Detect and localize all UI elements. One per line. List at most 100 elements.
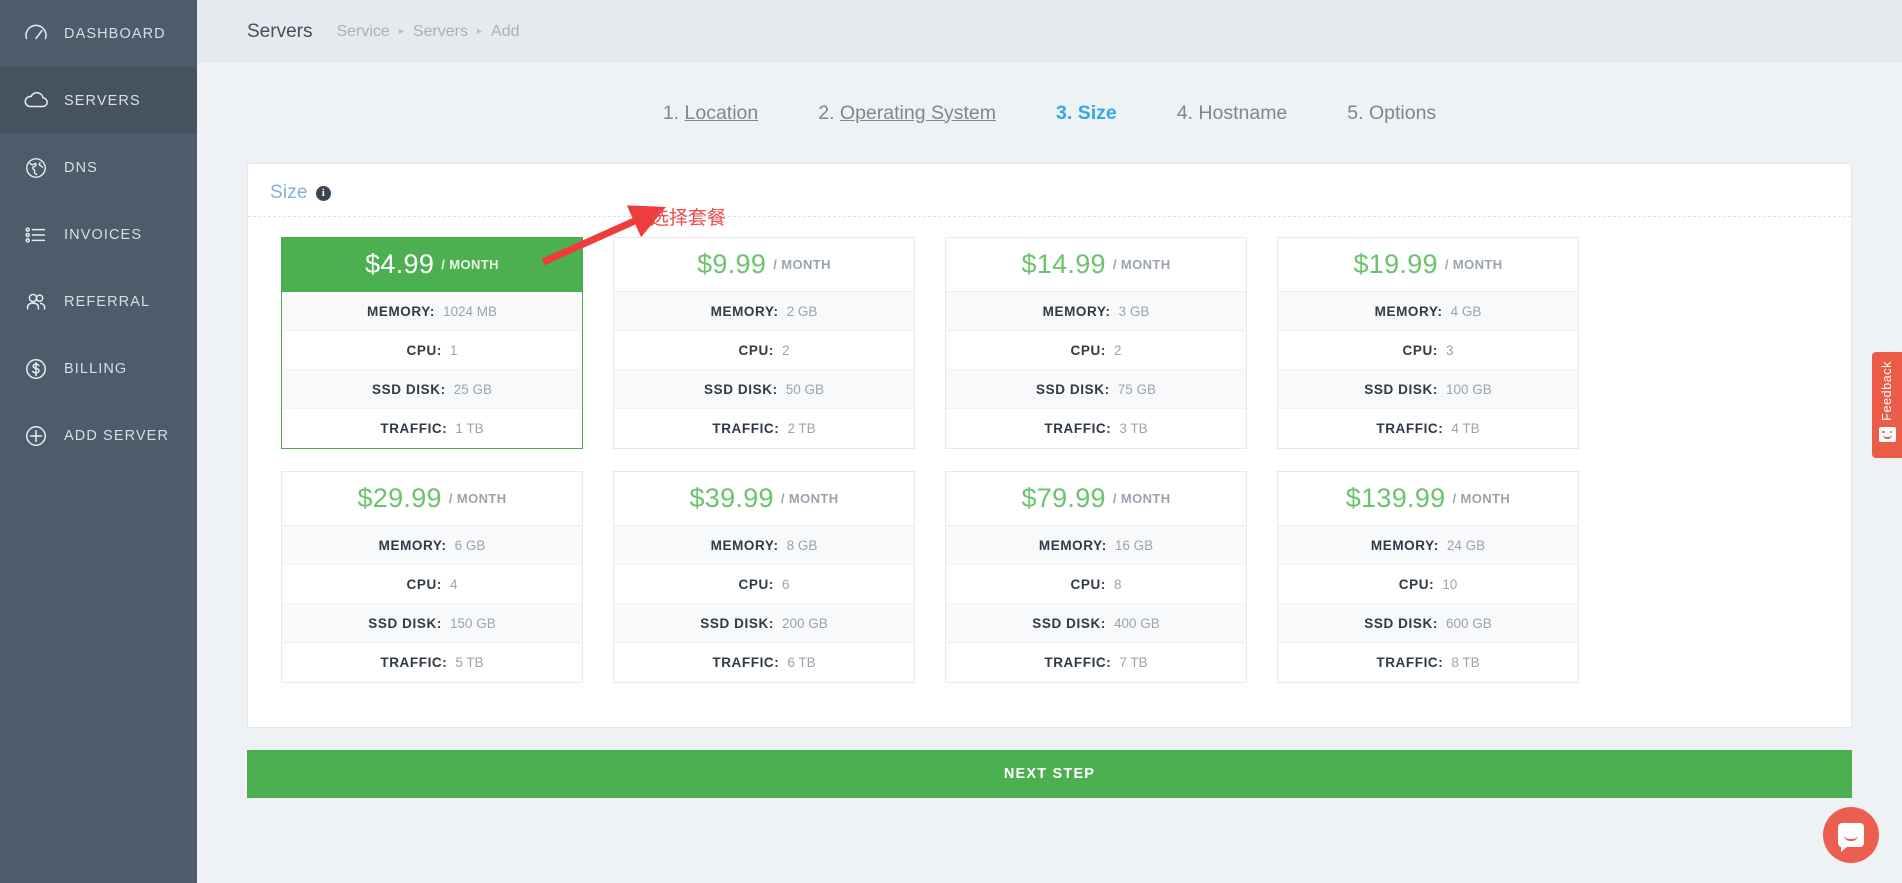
- spec-value: 75 GB: [1117, 381, 1156, 397]
- spec-value: 1 TB: [455, 421, 484, 436]
- wizard-step-number: 4.: [1176, 101, 1193, 124]
- plan-price: $39.99: [689, 483, 774, 513]
- spec-value: 2: [1113, 342, 1122, 358]
- plan-spec-cpu: CPU: 6: [614, 565, 914, 604]
- spec-value: 50 GB: [785, 381, 824, 397]
- plan-card-grid: $4.99 / MONTH MEMORY: 1024 MB CPU: 1 SSD…: [248, 217, 1851, 705]
- spec-value: 10: [1442, 576, 1458, 592]
- feedback-label: Feedback: [1880, 361, 1894, 421]
- wizard-step-label: Operating System: [839, 101, 996, 124]
- wizard-step-label: Hostname: [1198, 101, 1288, 124]
- plan-card[interactable]: $39.99 / MONTH MEMORY: 8 GB CPU: 6 SSD D…: [613, 471, 915, 683]
- users-icon: [8, 289, 64, 315]
- spec-value: 150 GB: [449, 615, 496, 631]
- plan-spec-memory: MEMORY: 2 GB: [614, 292, 914, 331]
- plan-spec-ssd: SSD DISK: 50 GB: [614, 370, 914, 409]
- spec-label: SSD DISK:: [368, 615, 442, 631]
- wizard-step-number: 3.: [1056, 101, 1073, 124]
- spec-value: 100 GB: [1445, 381, 1492, 397]
- breadcrumb-item-service[interactable]: Service: [336, 23, 389, 41]
- spec-label: TRAFFIC:: [712, 655, 780, 670]
- plan-card[interactable]: $4.99 / MONTH MEMORY: 1024 MB CPU: 1 SSD…: [281, 237, 583, 449]
- spec-value: 1: [449, 342, 458, 358]
- spec-value: 400 GB: [1113, 615, 1160, 631]
- plan-period: / MONTH: [1444, 257, 1503, 272]
- sidebar-item-add-server[interactable]: ADD SERVER: [0, 402, 197, 469]
- spec-value: 2 GB: [786, 303, 818, 319]
- cloud-icon: [8, 88, 64, 114]
- spec-label: TRAFFIC:: [712, 421, 780, 436]
- plan-card[interactable]: $19.99 / MONTH MEMORY: 4 GB CPU: 3 SSD D…: [1277, 237, 1579, 449]
- next-step-button[interactable]: NEXT STEP: [247, 750, 1852, 798]
- main-content: Servers Service ▸ Servers ▸ Add 1. Locat…: [197, 0, 1902, 883]
- spec-label: CPU:: [1402, 342, 1438, 358]
- spec-label: SSD DISK:: [704, 381, 778, 397]
- info-icon[interactable]: i: [315, 185, 331, 201]
- spec-label: TRAFFIC:: [380, 655, 448, 670]
- sidebar-item-invoices[interactable]: INVOICES: [0, 201, 197, 268]
- plan-spec-traffic: TRAFFIC: 2 TB: [614, 409, 914, 448]
- wizard-step-label: Location: [684, 101, 759, 124]
- spec-label: MEMORY:: [378, 537, 447, 553]
- plan-spec-traffic: TRAFFIC: 6 TB: [614, 643, 914, 682]
- plan-card[interactable]: $79.99 / MONTH MEMORY: 16 GB CPU: 8 SSD …: [945, 471, 1247, 683]
- spec-label: SSD DISK:: [1364, 615, 1438, 631]
- plan-spec-cpu: CPU: 1: [282, 331, 582, 370]
- sidebar-item-servers[interactable]: SERVERS: [0, 67, 197, 134]
- plan-card[interactable]: $14.99 / MONTH MEMORY: 3 GB CPU: 2 SSD D…: [945, 237, 1247, 449]
- spec-value: 2 TB: [787, 421, 816, 436]
- plan-price-header: $29.99 / MONTH: [282, 472, 582, 526]
- spec-label: MEMORY:: [1038, 537, 1107, 553]
- sidebar-item-dashboard[interactable]: DASHBOARD: [0, 0, 197, 67]
- breadcrumb: Service ▸ Servers ▸ Add: [336, 23, 519, 41]
- plan-card[interactable]: $139.99 / MONTH MEMORY: 24 GB CPU: 10 SS…: [1277, 471, 1579, 683]
- gauge-icon: [8, 21, 64, 47]
- breadcrumb-item-servers[interactable]: Servers: [413, 23, 468, 41]
- plan-spec-cpu: CPU: 4: [282, 565, 582, 604]
- spec-value: 6: [781, 576, 790, 592]
- spec-label: MEMORY:: [710, 303, 779, 319]
- spec-value: 1024 MB: [442, 303, 497, 319]
- spec-label: SSD DISK:: [1036, 381, 1110, 397]
- sidebar-item-dns[interactable]: DNS: [0, 134, 197, 201]
- spec-value: 5 TB: [455, 655, 484, 670]
- plan-price-header: $139.99 / MONTH: [1278, 472, 1578, 526]
- wizard-step-label: Size: [1077, 101, 1117, 124]
- sidebar-item-label: ADD SERVER: [64, 427, 170, 444]
- spec-label: CPU:: [1070, 342, 1106, 358]
- plan-card[interactable]: $29.99 / MONTH MEMORY: 6 GB CPU: 4 SSD D…: [281, 471, 583, 683]
- plan-price-header: $14.99 / MONTH: [946, 238, 1246, 292]
- plan-card[interactable]: $9.99 / MONTH MEMORY: 2 GB CPU: 2 SSD DI…: [613, 237, 915, 449]
- plan-spec-traffic: TRAFFIC: 4 TB: [1278, 409, 1578, 448]
- globe-icon: [8, 155, 64, 181]
- chat-bubble-icon: [1838, 823, 1864, 852]
- wizard-step-number: 2.: [818, 101, 835, 124]
- plan-period: / MONTH: [773, 257, 831, 272]
- plan-period: / MONTH: [1452, 491, 1511, 506]
- wizard-step-number: 5.: [1347, 101, 1364, 124]
- wizard-step-location[interactable]: 1. Location: [663, 102, 758, 125]
- wizard-step-size[interactable]: 3. Size: [1056, 102, 1117, 125]
- sidebar-item-billing[interactable]: BILLING: [0, 335, 197, 402]
- sidebar-item-referral[interactable]: REFERRAL: [0, 268, 197, 335]
- spec-label: MEMORY:: [367, 303, 435, 319]
- spec-label: TRAFFIC:: [1376, 655, 1444, 670]
- spec-value: 16 GB: [1114, 537, 1154, 553]
- spec-value: 3 GB: [1118, 303, 1150, 319]
- list-icon: [8, 222, 64, 248]
- sidebar-item-label: DNS: [64, 159, 98, 176]
- spec-value: 4: [449, 576, 458, 592]
- sidebar-item-label: SERVERS: [64, 92, 141, 109]
- plan-price-header: $19.99 / MONTH: [1278, 238, 1578, 292]
- plan-price: $4.99: [365, 249, 435, 279]
- plan-price-header: $39.99 / MONTH: [614, 472, 914, 526]
- chat-launcher-button[interactable]: [1823, 807, 1879, 863]
- wizard-step-operating-system[interactable]: 2. Operating System: [818, 102, 996, 125]
- size-panel-header: Size i: [248, 164, 1851, 217]
- spec-label: CPU:: [406, 576, 442, 592]
- spec-value: 600 GB: [1445, 615, 1492, 631]
- app-root: DASHBOARD SERVERS DNS INVOICES REFERRAL …: [0, 0, 1902, 883]
- plan-spec-ssd: SSD DISK: 150 GB: [282, 604, 582, 643]
- feedback-tab[interactable]: Feedback: [1872, 352, 1902, 458]
- breadcrumb-item-add[interactable]: Add: [491, 23, 519, 41]
